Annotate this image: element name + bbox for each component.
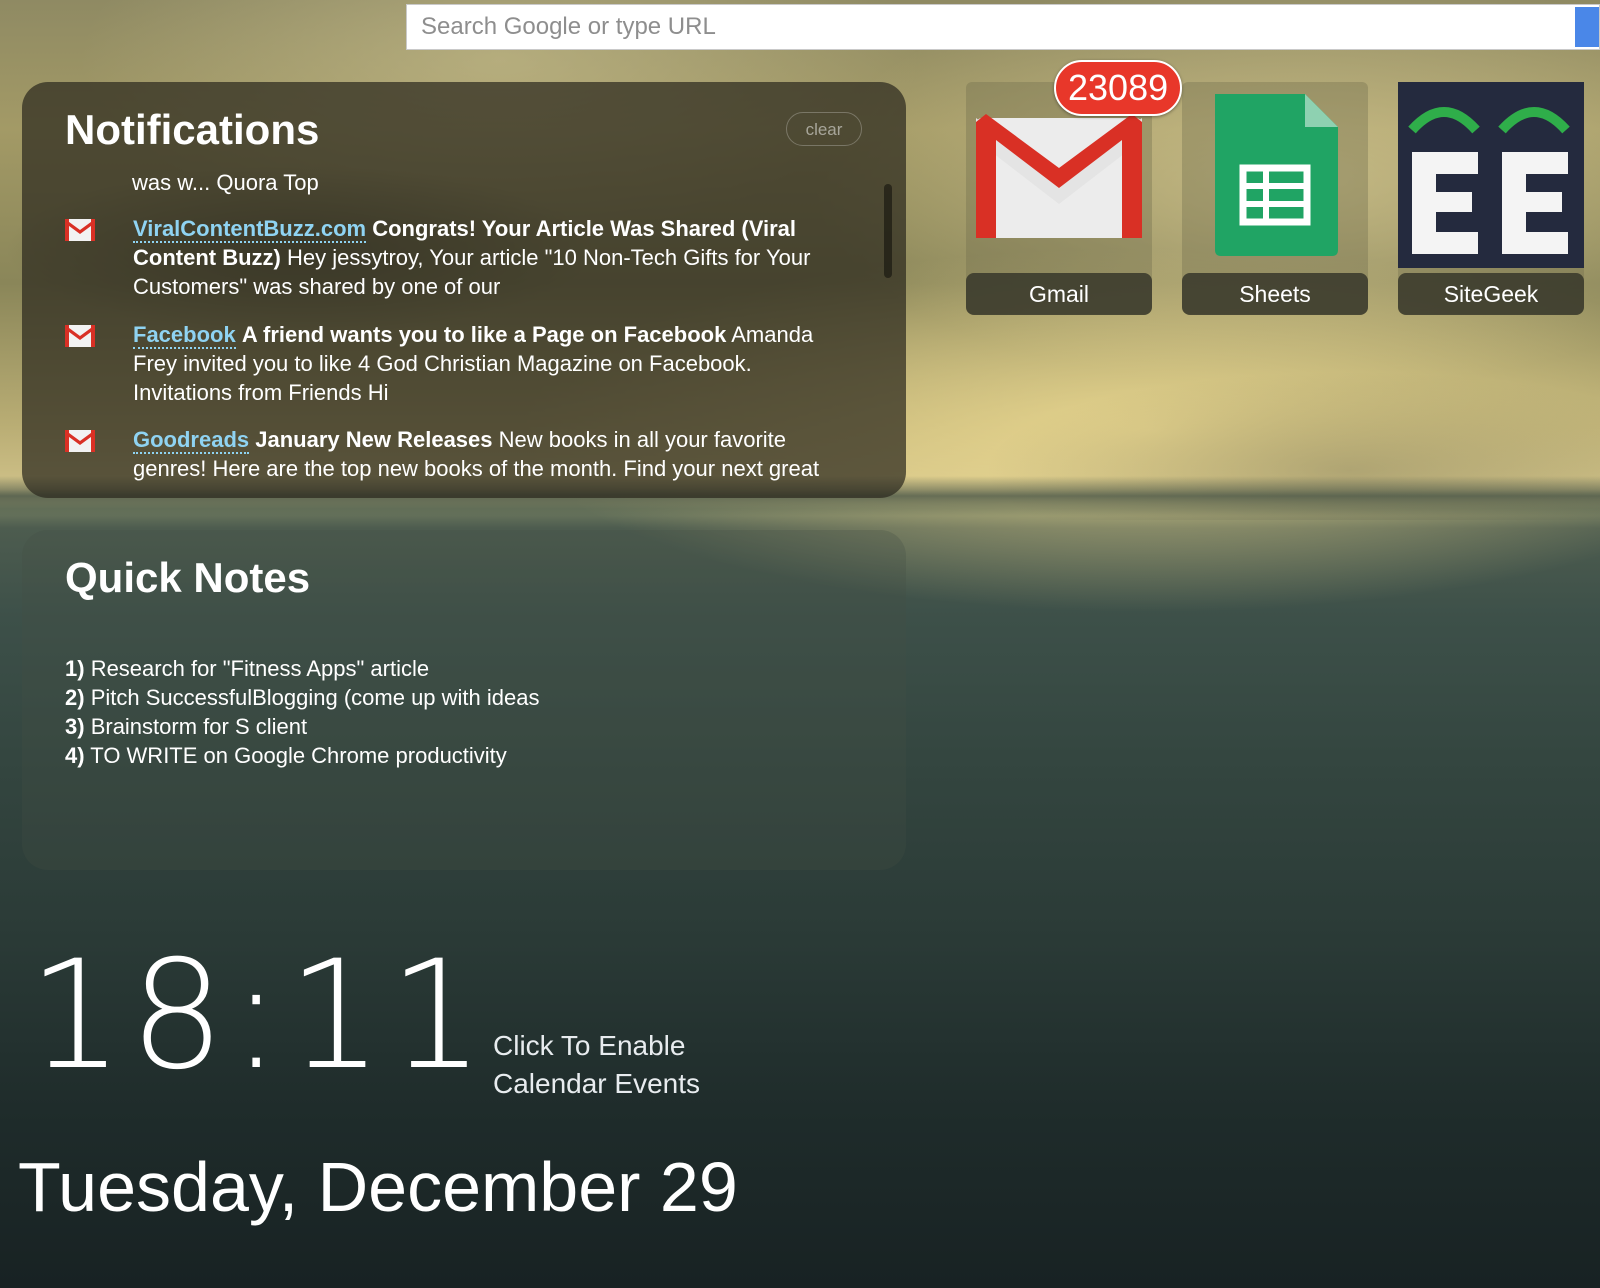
note-text: Research for "Fitness Apps" article (90, 656, 430, 681)
note-number: 3) (65, 714, 85, 739)
search-button[interactable] (1575, 7, 1599, 47)
note-item[interactable]: 3) Brainstorm for S client (65, 712, 539, 741)
sitegeek-icon (1398, 82, 1584, 268)
note-item[interactable]: 1) Research for "Fitness Apps" article (65, 654, 539, 683)
calendar-prompt-line1: Click To Enable (493, 1030, 686, 1061)
clear-notifications-button[interactable]: clear (786, 112, 862, 146)
gmail-envelope-icon (65, 325, 95, 347)
unread-count-badge: 23089 (1054, 60, 1183, 116)
sheets-icon (1215, 94, 1338, 256)
notification-subject: A friend wants you to like a Page on Fac… (241, 322, 727, 347)
app-tile-gmail[interactable]: Gmail (966, 82, 1152, 315)
gmail-envelope-icon (65, 430, 95, 452)
notification-truncated-text: was w... Quora Top (132, 170, 319, 195)
notification-source-link[interactable]: ViralContentBuzz.com (133, 216, 367, 243)
note-number: 4) (65, 743, 85, 768)
app-label: SiteGeek (1398, 273, 1584, 315)
notifications-list[interactable]: was w... Quora Top ViralContentBuzz.com … (22, 170, 892, 495)
note-item[interactable]: 2) Pitch SuccessfulBlogging (come up wit… (65, 683, 539, 712)
enable-calendar-events-link[interactable]: Click To Enable Calendar Events (493, 1027, 733, 1103)
app-label: Gmail (966, 273, 1152, 315)
notification-source-link[interactable]: Goodreads (133, 427, 250, 454)
notification-subject: January New Releases (255, 427, 493, 452)
quick-notes-list[interactable]: 1) Research for "Fitness Apps" article 2… (65, 654, 539, 770)
notification-source-link[interactable]: Facebook (133, 322, 236, 349)
note-text: Pitch SuccessfulBlogging (come up with i… (90, 685, 540, 710)
quick-notes-panel[interactable]: Quick Notes 1) Research for "Fitness App… (22, 530, 906, 870)
note-number: 2) (65, 685, 85, 710)
notifications-title: Notifications (65, 106, 320, 153)
calendar-prompt-line2: Calendar Events (493, 1068, 701, 1099)
note-text: TO WRITE on Google Chrome productivity (90, 743, 507, 768)
note-item[interactable]: 4) TO WRITE on Google Chrome productivit… (65, 741, 539, 770)
current-date: Tuesday, December 29 (18, 1148, 738, 1226)
gmail-envelope-icon (65, 219, 95, 241)
quick-notes-title: Quick Notes (65, 554, 311, 601)
search-input[interactable] (407, 5, 1565, 49)
app-label: Sheets (1182, 273, 1368, 315)
note-number: 1) (65, 656, 85, 681)
app-tile-sheets[interactable]: Sheets (1182, 82, 1368, 315)
notifications-panel: Notifications clear was w... Quora Top V… (22, 82, 906, 498)
notification-item[interactable]: Facebook A friend wants you to like a Pa… (65, 320, 855, 407)
notification-item[interactable]: ViralContentBuzz.com Congrats! Your Arti… (65, 214, 855, 301)
search-bar[interactable] (406, 4, 1600, 50)
app-tile-sitegeek[interactable]: SiteGeek (1398, 82, 1584, 315)
notification-item[interactable]: Goodreads January New Releases New books… (65, 425, 855, 483)
note-text: Brainstorm for S client (90, 714, 308, 739)
clock-time: 18:11 (28, 929, 491, 1103)
